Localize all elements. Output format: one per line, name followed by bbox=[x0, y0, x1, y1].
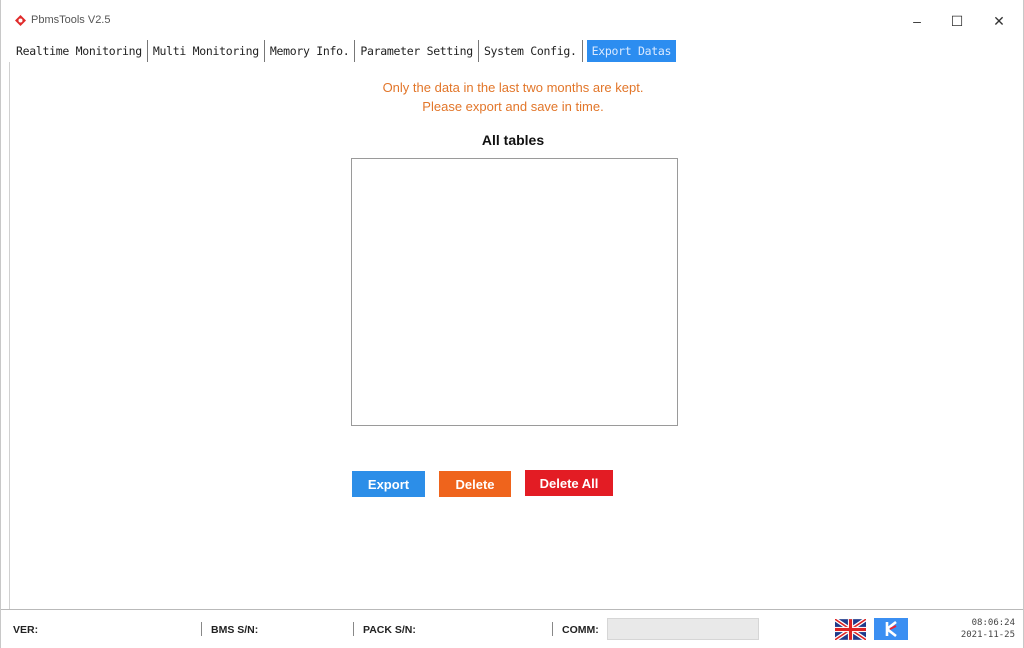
tables-title: All tables bbox=[481, 132, 545, 148]
close-icon: ✕ bbox=[993, 12, 1005, 29]
maximize-button[interactable]: ☐ bbox=[939, 8, 975, 34]
retention-notice: Only the data in the last two months are… bbox=[382, 80, 644, 95]
uk-flag-icon[interactable] bbox=[835, 619, 866, 640]
minimize-button[interactable]: – bbox=[899, 8, 935, 34]
export-button[interactable]: Export bbox=[352, 471, 425, 497]
delete-all-button[interactable]: Delete All bbox=[525, 470, 613, 496]
export-reminder: Please export and save in time. bbox=[422, 99, 604, 114]
app-window: PbmsTools V2.5 – ☐ ✕ Realtime Monitoring… bbox=[0, 0, 1024, 648]
app-logo-icon bbox=[15, 15, 26, 26]
clock-date: 2021-11-25 bbox=[960, 630, 1015, 640]
comm-port-field[interactable] bbox=[607, 618, 759, 640]
window-title: PbmsTools V2.5 bbox=[31, 14, 111, 26]
delete-button[interactable]: Delete bbox=[439, 471, 511, 497]
tables-listbox[interactable] bbox=[351, 158, 678, 426]
status-bar: VER: BMS S/N: PACK S/N: COMM: 08:06:24 2… bbox=[1, 609, 1023, 648]
tab-strip: Realtime Monitoring Multi Monitoring Mem… bbox=[11, 40, 677, 62]
status-separator bbox=[353, 622, 354, 636]
tab-memory-info[interactable]: Memory Info. bbox=[264, 40, 356, 62]
tab-parameter-setting[interactable]: Parameter Setting bbox=[355, 40, 479, 62]
ver-label: VER: bbox=[13, 624, 39, 636]
maximize-icon: ☐ bbox=[950, 12, 964, 29]
title-bar: PbmsTools V2.5 – ☐ ✕ bbox=[1, 0, 1023, 38]
bms-sn-label: BMS S/N: bbox=[211, 624, 259, 636]
tab-export-datas[interactable]: Export Datas bbox=[586, 40, 677, 62]
status-separator bbox=[552, 622, 553, 636]
comm-label: COMM: bbox=[562, 624, 599, 636]
minimize-icon: – bbox=[913, 13, 921, 29]
tab-realtime-monitoring[interactable]: Realtime Monitoring bbox=[11, 40, 148, 62]
pack-sn-label: PACK S/N: bbox=[363, 624, 416, 636]
clock-time: 08:06:24 bbox=[971, 618, 1015, 628]
close-button[interactable]: ✕ bbox=[981, 8, 1017, 34]
status-separator bbox=[201, 622, 202, 636]
tab-multi-monitoring[interactable]: Multi Monitoring bbox=[147, 40, 265, 62]
tab-system-config[interactable]: System Config. bbox=[478, 40, 583, 62]
clock: 08:06:24 2021-11-25 bbox=[945, 617, 1015, 641]
brand-logo-icon bbox=[874, 618, 908, 640]
